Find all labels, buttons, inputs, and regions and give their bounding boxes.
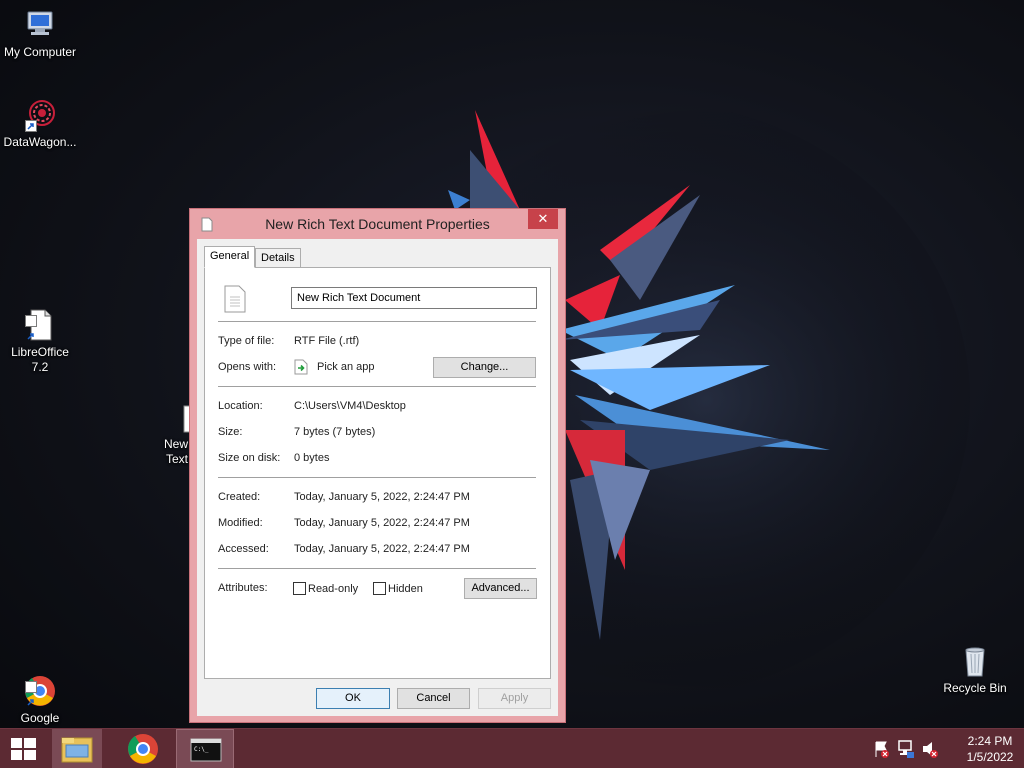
ok-button[interactable]: OK: [316, 688, 390, 709]
dialog-title: New Rich Text Document Properties: [265, 216, 490, 232]
properties-dialog: New Rich Text Document Properties ✕ Gene…: [189, 208, 566, 723]
clock-date: 1/5/2022: [966, 750, 1014, 764]
accessed-value: Today, January 5, 2022, 2:24:47 PM: [294, 543, 470, 555]
volume-muted-icon[interactable]: [920, 729, 940, 768]
chrome-icon: [23, 659, 57, 706]
opens-with-value: Pick an app: [317, 361, 375, 373]
location-label: Location:: [218, 400, 263, 412]
location-value: C:\Users\VM4\Desktop: [294, 400, 406, 412]
desktop-icon-libreoffice[interactable]: LibreOffice 7.2: [0, 278, 80, 390]
close-button[interactable]: ✕: [528, 209, 558, 229]
chrome-icon: [128, 734, 158, 764]
size-value: 7 bytes (7 bytes): [294, 426, 376, 438]
accessed-label: Accessed:: [218, 543, 269, 555]
general-tab-panel: Type of file: RTF File (.rtf) Opens with…: [204, 267, 551, 679]
hidden-label: Hidden: [388, 583, 423, 595]
taskbar-command-prompt[interactable]: C:\_: [176, 729, 234, 768]
created-value: Today, January 5, 2022, 2:24:47 PM: [294, 491, 470, 503]
computer-icon: [23, 8, 57, 42]
size-on-disk-value: 0 bytes: [294, 452, 330, 464]
svg-text:C:\_: C:\_: [194, 746, 209, 753]
size-on-disk-label: Size on disk:: [218, 452, 281, 464]
datawagon-icon: [23, 98, 57, 132]
libreoffice-icon: [23, 293, 57, 341]
desktop-icon-label: LibreOffice 7.2: [11, 345, 69, 374]
read-only-checkbox[interactable]: [293, 582, 306, 595]
pick-an-app-icon: [294, 359, 308, 375]
desktop-icon-chrome[interactable]: Google Chrome: [0, 644, 80, 728]
taskbar-clock[interactable]: 2:24 PM 1/5/2022: [956, 733, 1024, 765]
apply-button[interactable]: Apply: [478, 688, 551, 709]
attributes-label: Attributes:: [218, 582, 268, 594]
network-icon[interactable]: [896, 729, 916, 768]
clock-time: 2:24 PM: [967, 734, 1013, 748]
taskbar: C:\_ 2:24 PM 1/5/2022: [0, 728, 1024, 768]
separator: [218, 386, 536, 387]
recycle-bin-icon: [958, 644, 992, 678]
type-of-file-value: RTF File (.rtf): [294, 335, 360, 347]
taskbar-file-explorer[interactable]: [52, 729, 102, 768]
close-icon: ✕: [537, 211, 549, 226]
desktop-icon-label: My Computer: [3, 45, 77, 59]
created-label: Created:: [218, 491, 261, 503]
desktop-icon-my-computer[interactable]: My Computer: [0, 8, 80, 60]
cancel-button[interactable]: Cancel: [397, 688, 470, 709]
separator: [218, 568, 536, 569]
windows-logo-icon: [11, 738, 36, 760]
type-of-file-label: Type of file:: [218, 335, 275, 347]
size-label: Size:: [218, 426, 243, 438]
dialog-titlebar[interactable]: New Rich Text Document Properties ✕: [190, 209, 565, 239]
desktop-icon-recycle-bin[interactable]: Recycle Bin: [935, 644, 1015, 696]
change-button[interactable]: Change...: [433, 357, 536, 378]
read-only-label: Read-only: [308, 583, 359, 595]
hidden-checkbox[interactable]: [373, 582, 386, 595]
file-name-input[interactable]: [291, 287, 537, 309]
folder-icon: [61, 737, 93, 763]
tab-general[interactable]: General: [204, 246, 256, 268]
command-prompt-icon: C:\_: [190, 738, 222, 762]
desktop-icon-label: Google Chrome: [19, 711, 62, 728]
advanced-button[interactable]: Advanced...: [464, 578, 537, 599]
modified-label: Modified:: [218, 517, 263, 529]
file-type-icon: [222, 285, 248, 313]
separator: [218, 477, 536, 478]
taskbar-chrome[interactable]: [118, 729, 168, 768]
action-center-flag-icon[interactable]: [872, 729, 892, 768]
opens-with-label: Opens with:: [218, 361, 277, 373]
shortcut-arrow-icon: [25, 681, 37, 706]
start-button[interactable]: [0, 729, 48, 768]
separator: [218, 321, 536, 322]
modified-value: Today, January 5, 2022, 2:24:47 PM: [294, 517, 470, 529]
desktop-icon-datawagon[interactable]: DataWagon...: [0, 98, 80, 150]
desktop-icon-label: Recycle Bin: [943, 681, 1007, 695]
desktop: My Computer DataWagon... LibreOffice 7.2…: [0, 0, 1024, 728]
dialog-client: General Details Type of file: RTF File (…: [197, 239, 558, 716]
shortcut-arrow-icon: [25, 120, 37, 132]
tab-details[interactable]: Details: [255, 248, 301, 268]
shortcut-arrow-icon: [25, 315, 37, 340]
desktop-icon-label: DataWagon...: [3, 135, 77, 149]
